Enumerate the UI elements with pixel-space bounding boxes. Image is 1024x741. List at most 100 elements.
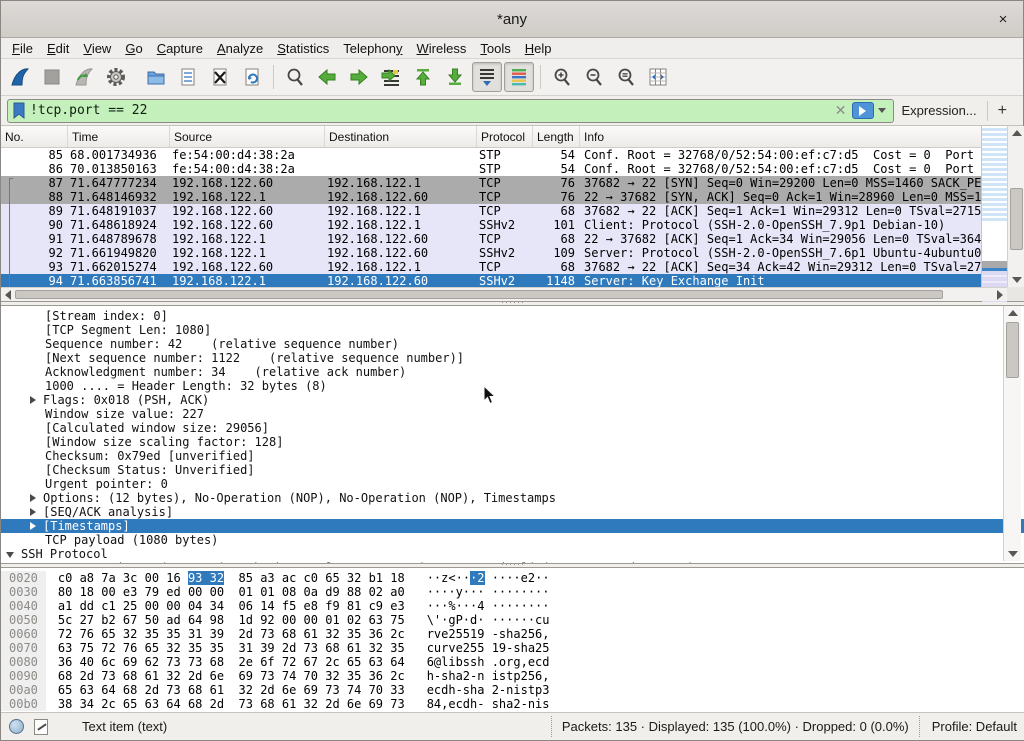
menu-capture[interactable]: Capture (150, 40, 210, 57)
colorize-toggle[interactable] (504, 62, 534, 92)
col-source[interactable]: Source (169, 126, 324, 147)
clear-filter-icon[interactable]: ✕ (830, 102, 852, 119)
go-to-first-packet-button[interactable] (408, 62, 438, 92)
hex-row[interactable]: 00a065 63 64 68 2d 73 68 61 32 2d 6e 69 … (1, 683, 1024, 697)
detail-seq-ack-analysis[interactable]: [SEQ/ACK analysis] (1, 505, 1024, 519)
menu-tools[interactable]: Tools (473, 40, 517, 57)
col-length[interactable]: Length (532, 126, 579, 147)
save-file-button[interactable] (173, 62, 203, 92)
go-back-button[interactable] (312, 62, 342, 92)
expert-info-icon[interactable] (9, 719, 24, 734)
scroll-down-icon[interactable] (1008, 273, 1024, 287)
menu-statistics[interactable]: Statistics (270, 40, 336, 57)
go-to-last-packet-button[interactable] (440, 62, 470, 92)
zoom-out-button[interactable] (579, 62, 609, 92)
hex-row[interactable]: 003080 18 00 e3 79 ed 00 00 01 01 08 0a … (1, 585, 1024, 599)
resize-columns-button[interactable] (643, 62, 673, 92)
hex-row[interactable]: 008036 40 6c 69 62 73 73 68 2e 6f 72 67 … (1, 655, 1024, 669)
col-no[interactable]: No. (1, 126, 67, 147)
packet-row-90[interactable]: 9071.648618924192.168.122.60192.168.122.… (1, 218, 981, 232)
stop-capture-button[interactable] (37, 62, 67, 92)
detail-calc-window[interactable]: [Calculated window size: 29056] (1, 421, 1024, 435)
packet-row-94-selected[interactable]: 9471.663856741192.168.122.1192.168.122.6… (1, 274, 981, 288)
packet-row-93[interactable]: 9371.662015274192.168.122.60192.168.122.… (1, 260, 981, 274)
detail-ack-number[interactable]: Acknowledgment number: 34 (relative ack … (1, 365, 1024, 379)
hex-row[interactable]: 009068 2d 73 68 61 32 2d 6e 69 73 74 70 … (1, 669, 1024, 683)
detail-seq-number[interactable]: Sequence number: 42 (relative sequence n… (1, 337, 1024, 351)
menu-edit[interactable]: Edit (40, 40, 76, 57)
reload-file-button[interactable] (237, 62, 267, 92)
detail-tcp-payload[interactable]: TCP payload (1080 bytes) (1, 533, 1024, 547)
restart-capture-button[interactable] (69, 62, 99, 92)
menu-analyze[interactable]: Analyze (210, 40, 270, 57)
col-protocol[interactable]: Protocol (476, 126, 532, 147)
bookmark-icon[interactable] (13, 102, 25, 119)
packet-row-92[interactable]: 9271.661949820192.168.122.1192.168.122.6… (1, 246, 981, 260)
detail-next-seq[interactable]: [Next sequence number: 1122 (relative se… (1, 351, 1024, 365)
col-time[interactable]: Time (67, 126, 169, 147)
find-packet-button[interactable] (280, 62, 310, 92)
hex-row[interactable]: 007063 75 72 76 65 32 35 35 31 39 2d 73 … (1, 641, 1024, 655)
packet-row-88[interactable]: 8871.648146932192.168.122.1192.168.122.6… (1, 190, 981, 204)
hex-row[interactable]: 00505c 27 b2 67 50 ad 64 98 1d 92 00 00 … (1, 613, 1024, 627)
scroll-up-icon[interactable] (1004, 306, 1021, 320)
detail-header-length[interactable]: 1000 .... = Header Length: 32 bytes (8) (1, 379, 1024, 393)
scroll-right-icon[interactable] (993, 288, 1007, 301)
auto-scroll-toggle[interactable] (472, 62, 502, 92)
packet-row-91[interactable]: 9171.648789678192.168.122.1192.168.122.6… (1, 232, 981, 246)
packet-list-vscrollbar[interactable] (1007, 126, 1024, 287)
zoom-in-button[interactable] (547, 62, 577, 92)
detail-checksum-status[interactable]: [Checksum Status: Unverified] (1, 463, 1024, 477)
packet-row-87[interactable]: 8771.647777234192.168.122.60192.168.122.… (1, 176, 981, 190)
detail-urgent-pointer[interactable]: Urgent pointer: 0 (1, 477, 1024, 491)
detail-window-size[interactable]: Window size value: 227 (1, 407, 1024, 421)
hex-row[interactable]: 0020c0 a8 7a 3c 00 16 93 32 85 a3 ac c0 … (1, 571, 1024, 585)
menu-go[interactable]: Go (118, 40, 149, 57)
start-capture-button[interactable] (5, 62, 35, 92)
go-forward-button[interactable] (344, 62, 374, 92)
close-icon[interactable]: × (993, 9, 1013, 29)
go-to-packet-button[interactable] (376, 62, 406, 92)
scroll-thumb[interactable] (1010, 188, 1023, 250)
add-filter-button[interactable]: + (988, 102, 1017, 120)
apply-filter-icon[interactable] (852, 102, 874, 119)
packet-row-86[interactable]: 8670.013850163fe:54:00:d4:38:2aSTP54Conf… (1, 162, 981, 176)
detail-stream-index[interactable]: [Stream index: 0] (1, 309, 1024, 323)
detail-checksum[interactable]: Checksum: 0x79ed [unverified] (1, 449, 1024, 463)
filter-text[interactable]: !tcp.port == 22 (30, 103, 830, 118)
capture-comment-icon[interactable] (34, 719, 48, 735)
display-filter-input[interactable]: !tcp.port == 22 ✕ (7, 99, 894, 123)
packet-row-85[interactable]: 8568.001734936fe:54:00:d4:38:2aSTP54Conf… (1, 148, 981, 162)
detail-flags[interactable]: Flags: 0x018 (PSH, ACK) (1, 393, 1024, 407)
hex-row[interactable]: 0040a1 dd c1 25 00 00 04 34 06 14 f5 e8 … (1, 599, 1024, 613)
detail-options[interactable]: Options: (12 bytes), No-Operation (NOP),… (1, 491, 1024, 505)
expression-button[interactable]: Expression... (894, 103, 987, 118)
close-file-button[interactable] (205, 62, 235, 92)
menu-view[interactable]: View (76, 40, 118, 57)
expand-arrow-icon[interactable] (28, 395, 38, 405)
menu-wireless[interactable]: Wireless (410, 40, 474, 57)
menu-help[interactable]: Help (518, 40, 559, 57)
packet-row-89[interactable]: 8971.648191037192.168.122.60192.168.122.… (1, 204, 981, 218)
packet-list-minimap[interactable] (981, 126, 1007, 287)
hex-row[interactable]: 00b038 34 2c 65 63 64 68 2d 73 68 61 32 … (1, 697, 1024, 711)
scroll-left-icon[interactable] (1, 288, 15, 301)
details-vscrollbar[interactable] (1003, 306, 1021, 561)
menu-telephony[interactable]: Telephony (336, 40, 409, 57)
capture-options-button[interactable] (101, 62, 131, 92)
menu-file[interactable]: File (5, 40, 40, 57)
scroll-up-icon[interactable] (1008, 126, 1024, 140)
scroll-thumb[interactable] (1006, 322, 1019, 378)
open-file-button[interactable] (141, 62, 171, 92)
hscroll-thumb[interactable] (15, 290, 943, 299)
collapse-arrow-icon[interactable] (6, 549, 16, 559)
filter-history-caret-icon[interactable] (878, 108, 886, 113)
zoom-normal-button[interactable] (611, 62, 641, 92)
col-info[interactable]: Info (579, 126, 981, 147)
expand-arrow-icon[interactable] (28, 493, 38, 503)
expand-arrow-icon[interactable] (28, 507, 38, 517)
detail-window-scaling[interactable]: [Window size scaling factor: 128] (1, 435, 1024, 449)
detail-segment-len[interactable]: [TCP Segment Len: 1080] (1, 323, 1024, 337)
scroll-down-icon[interactable] (1004, 547, 1021, 561)
hex-row[interactable]: 006072 76 65 32 35 35 31 39 2d 73 68 61 … (1, 627, 1024, 641)
